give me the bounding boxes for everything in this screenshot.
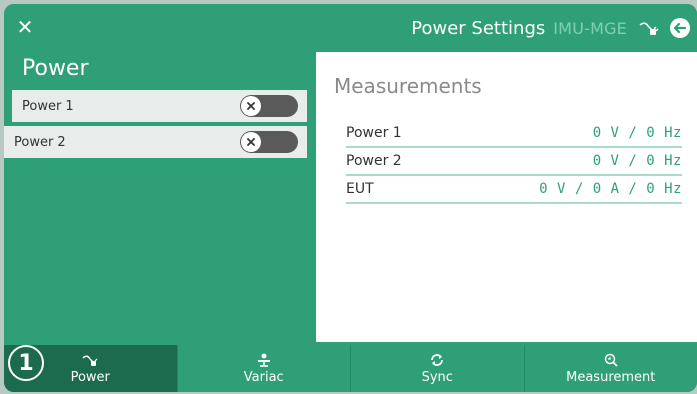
channel-label: Power 2 xyxy=(14,134,66,150)
plug-icon xyxy=(82,355,98,366)
measurements-title: Measurements xyxy=(334,74,482,98)
bottom-nav: Power Variac Sync Measurement xyxy=(4,345,697,392)
close-icon[interactable]: ✕ xyxy=(14,16,36,38)
callout-badge: 1 xyxy=(8,345,44,381)
screen-title: Power Settings xyxy=(411,17,546,39)
sync-icon xyxy=(431,354,444,366)
measurement-value: 0 V / 0 A / 0 Hz xyxy=(539,181,682,197)
measurement-icon xyxy=(604,353,618,367)
power-panel: Power Power 1 Power 2 xyxy=(4,52,314,342)
measurements-panel: Measurements Power 1 0 V / 0 Hz Power 2 … xyxy=(316,52,697,342)
tab-label: Sync xyxy=(421,370,453,385)
tab-sync[interactable]: Sync xyxy=(351,345,525,392)
tab-label: Measurement xyxy=(566,370,656,385)
measurement-value: 0 V / 0 Hz xyxy=(592,153,682,169)
measurement-row: Power 1 0 V / 0 Hz xyxy=(346,120,682,148)
device-name: IMU-MGE xyxy=(553,18,627,38)
channel-row-power-1[interactable]: Power 1 xyxy=(12,90,307,122)
measurement-row: Power 2 0 V / 0 Hz xyxy=(346,148,682,176)
power-1-toggle[interactable] xyxy=(240,95,298,117)
header-bar: ✕ Power Settings IMU-MGE xyxy=(4,4,697,52)
plug-icon xyxy=(639,22,659,35)
measurement-value: 0 V / 0 Hz xyxy=(592,125,682,141)
tab-label: Variac xyxy=(243,370,284,385)
variac-icon xyxy=(257,353,270,367)
measurement-name: Power 1 xyxy=(346,125,402,141)
measurement-name: EUT xyxy=(346,181,374,197)
header-right: Power Settings IMU-MGE xyxy=(411,4,691,52)
app-window: ✕ Power Settings IMU-MGE Power Power 1 P… xyxy=(4,4,697,392)
back-arrow-icon[interactable] xyxy=(669,17,691,39)
tab-label: Power xyxy=(70,370,110,385)
measurement-name: Power 2 xyxy=(346,153,402,169)
power-2-toggle[interactable] xyxy=(240,131,298,153)
toggle-off-icon xyxy=(241,132,261,152)
toggle-off-icon xyxy=(241,96,261,116)
channel-row-power-2[interactable]: Power 2 xyxy=(4,126,307,158)
tab-variac[interactable]: Variac xyxy=(178,345,351,392)
measurement-row: EUT 0 V / 0 A / 0 Hz xyxy=(346,176,682,204)
section-title: Power xyxy=(22,56,89,81)
channel-label: Power 1 xyxy=(22,98,74,114)
tab-measurement[interactable]: Measurement xyxy=(525,345,697,392)
